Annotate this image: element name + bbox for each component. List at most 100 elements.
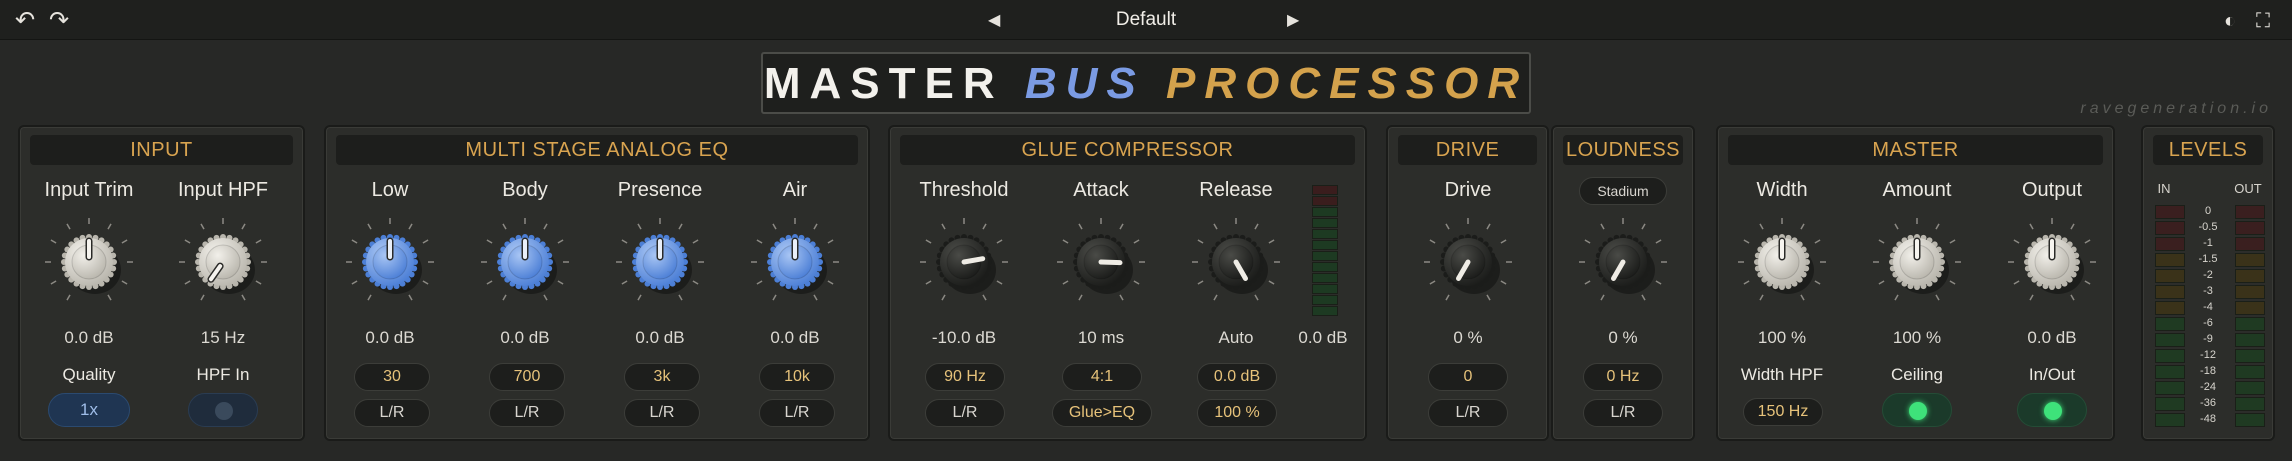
meter-segment xyxy=(2155,221,2185,235)
eq-air-value: 0.0 dB xyxy=(770,328,820,347)
eq-presence-freq[interactable]: 3k xyxy=(624,363,700,391)
loudness-knob[interactable] xyxy=(1579,218,1667,301)
brand-url: ravegeneration.io xyxy=(2080,100,2272,117)
meter-segment xyxy=(2235,381,2265,395)
drive-type[interactable]: 0 xyxy=(1428,363,1508,391)
meter-scale-tick: -0.5 xyxy=(2198,221,2218,233)
meter-segment xyxy=(2155,413,2185,427)
amount-knob[interactable] xyxy=(1873,218,1961,301)
meter-scale-tick: -18 xyxy=(2200,365,2216,377)
ceiling-label: Ceiling xyxy=(1891,365,1943,384)
preset-prev-button[interactable]: ◀ xyxy=(988,10,1000,30)
threshold-knob[interactable] xyxy=(920,218,1008,301)
meter-scale-tick: -3 xyxy=(2203,285,2213,297)
meter-segment xyxy=(2155,365,2185,379)
meter-segment xyxy=(2235,285,2265,299)
comp-mix[interactable]: 100 % xyxy=(1197,399,1277,427)
loudness-mode[interactable]: Stadium xyxy=(1579,177,1667,205)
meter-scale-tick: -6 xyxy=(2203,317,2213,329)
eq-air-mode[interactable]: L/R xyxy=(759,399,835,427)
drive-knob[interactable] xyxy=(1424,218,1512,301)
width-value: 100 % xyxy=(1757,328,1807,347)
meter-scale-tick: -2 xyxy=(2203,269,2213,281)
panel-title: LEVELS xyxy=(2153,135,2263,165)
title-master: MASTER xyxy=(763,59,1004,108)
eq-body-label: Body xyxy=(502,179,548,201)
eq-body-mode[interactable]: L/R xyxy=(489,399,565,427)
meter-segment xyxy=(2155,285,2185,299)
eq-presence-value: 0.0 dB xyxy=(635,328,685,347)
attack-value: 10 ms xyxy=(1077,328,1125,347)
release-label: Release xyxy=(1199,179,1273,201)
attack-knob[interactable] xyxy=(1057,218,1145,301)
width-knob[interactable] xyxy=(1738,218,1826,301)
routing-selector[interactable]: Glue>EQ xyxy=(1052,399,1152,427)
meter-scale-tick: -36 xyxy=(2200,397,2216,409)
fullscreen-icon[interactable]: ⛶ xyxy=(2250,8,2276,34)
meter-segment xyxy=(1312,284,1338,294)
eq-low-freq[interactable]: 30 xyxy=(354,363,430,391)
comp-mode[interactable]: L/R xyxy=(925,399,1005,427)
meter-segment xyxy=(1312,218,1338,228)
gain-reduction-value: 0.0 dB xyxy=(1298,328,1348,347)
gain-reduction-meter xyxy=(1312,185,1338,321)
drive-panel: DRIVE Drive 0 % 0 L/R xyxy=(1386,125,1549,441)
makeup-gain[interactable]: 0.0 dB xyxy=(1197,363,1277,391)
meter-scale-tick: -1.5 xyxy=(2198,253,2218,265)
amount-label: Amount xyxy=(1882,179,1952,201)
eq-panel: MULTI STAGE ANALOG EQ Low Body Presence … xyxy=(324,125,870,441)
width-hpf-value[interactable]: 150 Hz xyxy=(1743,398,1823,426)
meter-segment xyxy=(2235,397,2265,411)
drive-label: Drive xyxy=(1444,179,1492,201)
eq-presence-mode[interactable]: L/R xyxy=(624,399,700,427)
eq-air-knob[interactable] xyxy=(751,218,839,301)
loudness-freq[interactable]: 0 Hz xyxy=(1583,363,1663,391)
meter-segment xyxy=(1312,295,1338,305)
meter-scale-tick: -9 xyxy=(2203,333,2213,345)
redo-icon[interactable]: ↷ xyxy=(46,8,72,34)
drive-mode[interactable]: L/R xyxy=(1428,399,1508,427)
meter-segment xyxy=(1312,196,1338,206)
eq-presence-knob[interactable] xyxy=(616,218,704,301)
loudness-value: 0 % xyxy=(1608,328,1638,347)
ceiling-toggle[interactable] xyxy=(1882,393,1952,427)
eq-low-knob[interactable] xyxy=(346,218,434,301)
release-knob[interactable] xyxy=(1192,218,1280,301)
eq-body-freq[interactable]: 700 xyxy=(489,363,565,391)
meter-segment xyxy=(2235,253,2265,267)
preset-next-button[interactable]: ▶ xyxy=(1287,10,1299,30)
eq-air-freq[interactable]: 10k xyxy=(759,363,835,391)
hpf-in-toggle[interactable] xyxy=(188,393,258,427)
quality-label: Quality xyxy=(62,365,116,384)
threshold-label: Threshold xyxy=(919,179,1009,201)
contrast-icon[interactable]: ◐ xyxy=(2217,8,2243,34)
hpf-in-label: HPF In xyxy=(196,365,250,384)
amount-value: 100 % xyxy=(1892,328,1942,347)
meter-segment xyxy=(2235,269,2265,283)
ratio-selector[interactable]: 4:1 xyxy=(1062,363,1142,391)
inout-label: In/Out xyxy=(2028,365,2076,384)
undo-icon[interactable]: ↶ xyxy=(12,8,38,34)
meter-segment xyxy=(1312,306,1338,316)
loudness-channel[interactable]: L/R xyxy=(1583,399,1663,427)
meter-segment xyxy=(1312,262,1338,272)
inout-toggle[interactable] xyxy=(2017,393,2087,427)
meter-segment xyxy=(2235,349,2265,363)
meter-segment xyxy=(1312,207,1338,217)
preset-name[interactable]: Default xyxy=(1046,9,1246,31)
quality-selector[interactable]: 1x xyxy=(48,393,130,427)
input-panel: INPUT Input Trim Input HPF 0.0 dB 15 Hz … xyxy=(18,125,305,441)
plugin-title: MASTER BUS PROCESSOR xyxy=(761,52,1531,114)
input-hpf-knob[interactable] xyxy=(179,218,267,301)
meter-segment xyxy=(1312,229,1338,239)
meter-segment xyxy=(2155,301,2185,315)
input-trim-knob[interactable] xyxy=(45,218,133,301)
eq-low-mode[interactable]: L/R xyxy=(354,399,430,427)
input-hpf-label: Input HPF xyxy=(177,179,269,201)
panel-title: LOUDNESS xyxy=(1563,135,1683,165)
master-panel: MASTER Width Amount Output 100 % 100 % 0… xyxy=(1716,125,2115,441)
eq-body-knob[interactable] xyxy=(481,218,569,301)
output-knob[interactable] xyxy=(2008,218,2096,301)
eq-low-label: Low xyxy=(371,179,409,201)
sidechain-hpf[interactable]: 90 Hz xyxy=(925,363,1005,391)
